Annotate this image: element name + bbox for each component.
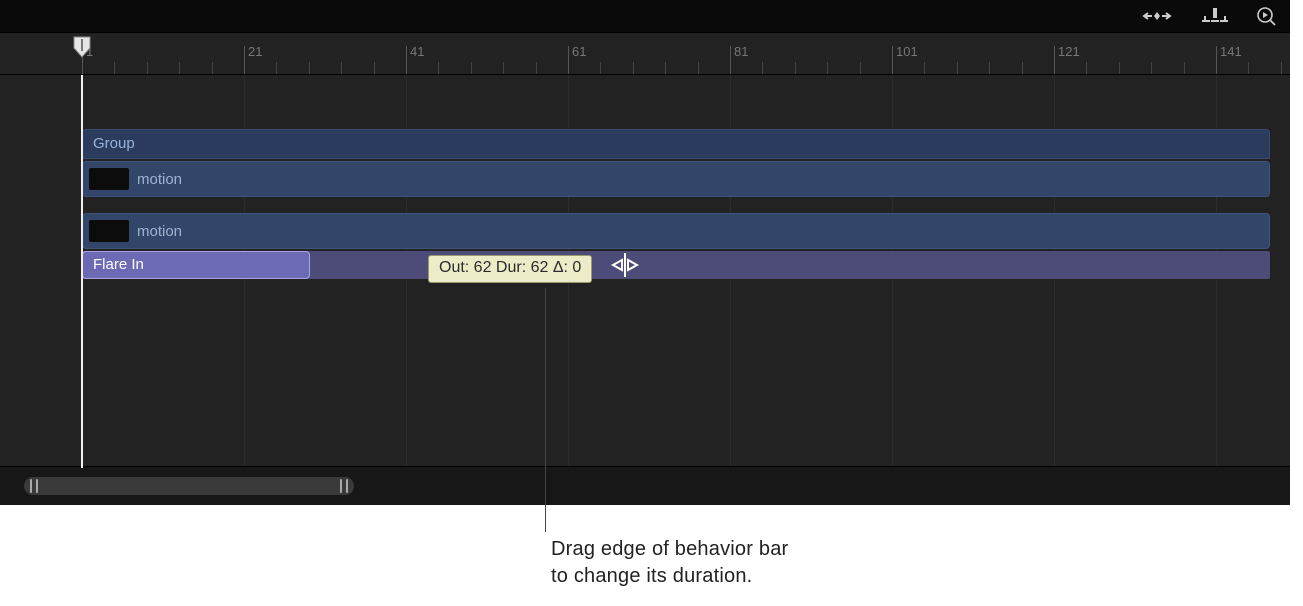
zoom-slider[interactable]: [24, 477, 354, 495]
ruler-tick-label: 21: [248, 44, 262, 59]
caption-line-2: to change its duration.: [551, 565, 752, 587]
zoom-handle-left[interactable]: [30, 479, 38, 493]
clip-label: motion: [137, 171, 182, 188]
clip-label: motion: [137, 223, 182, 240]
snapping-icon[interactable]: [1202, 8, 1228, 24]
ruler-tick-label: 81: [734, 44, 748, 59]
clip-thumbnail: [89, 220, 129, 242]
trim-edge-handle[interactable]: [610, 253, 640, 277]
keyframe-jump-icon[interactable]: [1140, 8, 1174, 24]
timeline-footer: [0, 466, 1290, 505]
clip-row[interactable]: motion: [82, 161, 1270, 197]
clip-row[interactable]: motion: [82, 213, 1270, 249]
zoom-handle-right[interactable]: [340, 479, 348, 493]
clip-thumbnail: [89, 168, 129, 190]
ruler-tick-label: 121: [1058, 44, 1080, 59]
behavior-bar[interactable]: Flare In: [82, 251, 310, 279]
caption-line-1: Drag edge of behavior bar: [551, 538, 788, 560]
ruler-tick-label: 141: [1220, 44, 1242, 59]
playhead-marker[interactable]: [73, 36, 91, 58]
clip-bar[interactable]: motion: [82, 161, 1270, 197]
caption-leader-line: [545, 288, 546, 532]
preview-play-icon[interactable]: [1256, 6, 1276, 26]
timeline-ruler[interactable]: 121416181101121141: [0, 34, 1290, 75]
group-header[interactable]: Group: [82, 129, 1270, 159]
track-area: Group motion motion Flare In: [0, 75, 1290, 468]
clip-bar[interactable]: motion: [82, 213, 1270, 249]
ruler-tick-label: 61: [572, 44, 586, 59]
behavior-bar-label: Flare In: [93, 256, 144, 273]
timeline-toolbar: [0, 0, 1290, 33]
caption-text: Drag edge of behavior bar to change its …: [551, 536, 788, 590]
behavior-track[interactable]: Flare In: [82, 251, 1270, 279]
ruler-tick-label: 41: [410, 44, 424, 59]
group-header-label: Group: [93, 135, 135, 152]
ruler-tick-label: 101: [896, 44, 918, 59]
